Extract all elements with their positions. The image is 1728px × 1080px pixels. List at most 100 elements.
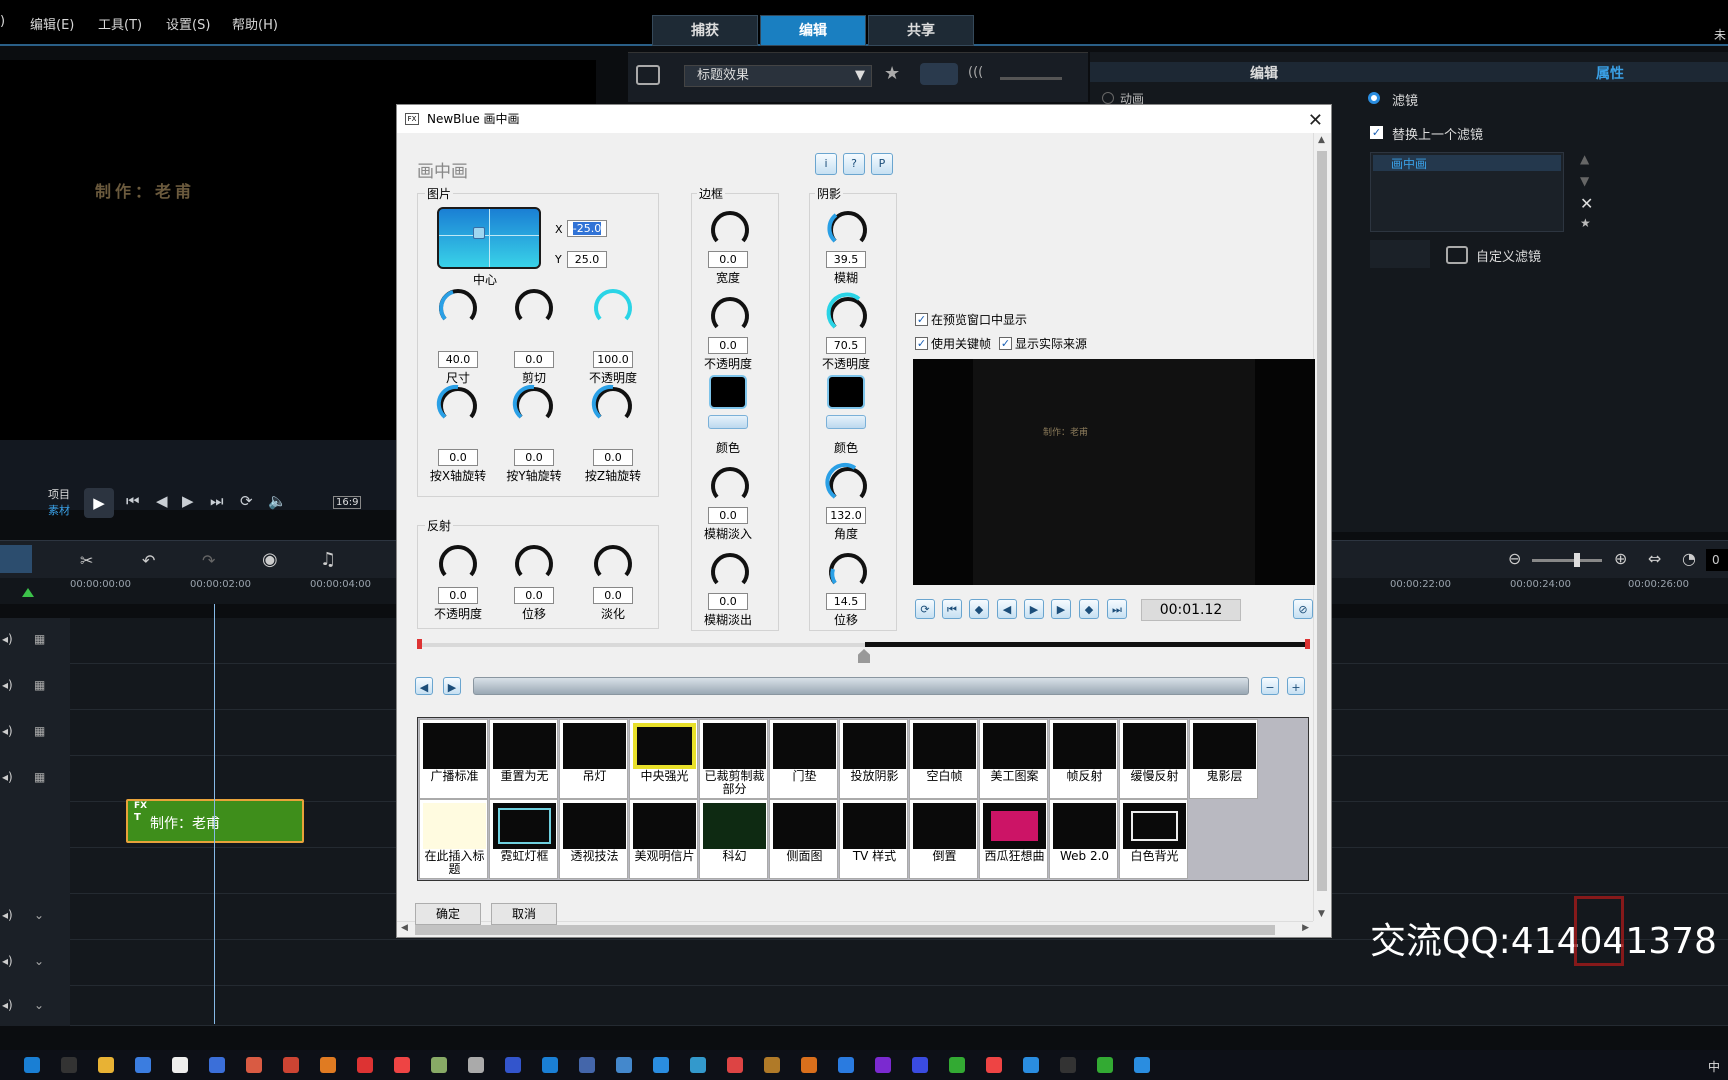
app-icon[interactable]: [1060, 1057, 1076, 1073]
close-icon[interactable]: ✕: [1308, 107, 1323, 135]
border-blur-out-knob[interactable]: [707, 547, 753, 593]
shadow-offset-knob[interactable]: [825, 547, 871, 593]
preset-thumbnail[interactable]: 投放阴影: [839, 719, 908, 799]
timecode-field[interactable]: 0: [1706, 549, 1728, 571]
preset-thumbnail[interactable]: Web 2.0: [1049, 799, 1118, 879]
compass-icon[interactable]: ⊘: [1293, 599, 1313, 619]
after-effects-icon[interactable]: [912, 1057, 928, 1073]
shadow-blur-value[interactable]: 39.5: [826, 251, 866, 268]
tab-edit-props[interactable]: 编辑: [1250, 63, 1278, 83]
speaker-icon[interactable]: ◂): [2, 998, 13, 1012]
preset-thumbnail[interactable]: 倒置: [909, 799, 978, 879]
grid-icon[interactable]: ▦: [34, 724, 45, 738]
repeat-icon[interactable]: ⟳: [240, 492, 253, 510]
chevron-down-icon[interactable]: ⌄: [34, 998, 44, 1012]
border-color-slider[interactable]: [708, 415, 748, 429]
reflection-offset-value[interactable]: 0.0: [514, 587, 554, 604]
replace-filter-checkbox[interactable]: ✓: [1370, 126, 1383, 139]
scroll-left-icon[interactable]: ◀: [401, 923, 408, 933]
tab-edit[interactable]: 编辑: [760, 15, 866, 46]
grid-icon[interactable]: ▦: [34, 678, 45, 692]
keyframe-playhead[interactable]: [858, 649, 870, 663]
app-icon[interactable]: [986, 1057, 1002, 1073]
timeline-playhead[interactable]: [214, 604, 215, 1024]
folder-icon[interactable]: [98, 1057, 114, 1073]
store-icon[interactable]: [135, 1057, 151, 1073]
filter-preview[interactable]: 制作：老甫: [913, 359, 1315, 585]
tab-attributes[interactable]: 属性: [1596, 63, 1624, 83]
info-button[interactable]: i: [815, 153, 837, 175]
show-in-preview-checkbox[interactable]: ✓: [915, 313, 928, 326]
track-header[interactable]: ◂) ⌄: [0, 940, 70, 986]
track-header[interactable]: [0, 802, 70, 848]
preset-thumbnail[interactable]: 重置为无: [489, 719, 558, 799]
zoom-in-icon[interactable]: +: [1287, 677, 1305, 695]
rotate-y-knob[interactable]: [511, 381, 557, 427]
go-end-icon[interactable]: ⏭: [1107, 599, 1127, 619]
border-blur-in-knob[interactable]: [707, 461, 753, 507]
track-header[interactable]: ◂) ▦: [0, 664, 70, 710]
effect-category-dropdown[interactable]: 标题效果 ▼: [684, 65, 872, 87]
keyframe-start-marker[interactable]: [417, 639, 422, 649]
move-down-icon[interactable]: ▼: [1580, 174, 1589, 188]
track-header[interactable]: ◂) ⌄: [0, 894, 70, 940]
app-icon[interactable]: [616, 1057, 632, 1073]
preset-thumbnail[interactable]: 霓虹灯框: [489, 799, 558, 879]
app-icon[interactable]: [727, 1057, 743, 1073]
app-icon[interactable]: [468, 1057, 484, 1073]
preset-thumbnail[interactable]: 吊灯: [559, 719, 628, 799]
rotate-x-knob[interactable]: [435, 381, 481, 427]
border-width-value[interactable]: 0.0: [708, 251, 748, 268]
go-end-icon[interactable]: ⏭: [210, 492, 224, 510]
custom-filter-label[interactable]: 自定义滤镜: [1476, 246, 1541, 265]
rotate-z-knob[interactable]: [590, 381, 636, 427]
ime-indicator[interactable]: 中: [1708, 1058, 1720, 1075]
menu-help[interactable]: 帮助(H): [232, 14, 278, 33]
preset-thumbnail[interactable]: 白色背光: [1119, 799, 1188, 879]
speaker-icon[interactable]: ◂): [2, 678, 13, 692]
storyboard-view-icon[interactable]: [0, 545, 32, 573]
next-frame-icon[interactable]: ▶: [1051, 599, 1071, 619]
preset-thumbnail[interactable]: 美观明信片: [629, 799, 698, 879]
go-start-icon[interactable]: ⏮: [126, 492, 140, 510]
thumb-size-slider[interactable]: [1000, 77, 1062, 80]
reflection-fade-value[interactable]: 0.0: [593, 587, 633, 604]
fit-project-icon[interactable]: ⇔: [1648, 549, 1661, 568]
record-capture-icon[interactable]: ◉: [262, 549, 278, 570]
filter-list[interactable]: 画中画: [1370, 152, 1564, 232]
filter-preset-dropdown[interactable]: [1370, 240, 1430, 268]
speaker-icon[interactable]: ◂): [2, 724, 13, 738]
shadow-color-slider[interactable]: [826, 415, 866, 429]
presets-button[interactable]: P: [871, 153, 893, 175]
prev-keyframe-icon[interactable]: ◆: [969, 599, 989, 619]
app-icon[interactable]: [542, 1057, 558, 1073]
next-frame-icon[interactable]: ▶: [182, 492, 194, 510]
library-icon[interactable]: [636, 65, 660, 85]
add-marker-icon[interactable]: [22, 588, 34, 597]
rotate-y-value[interactable]: 0.0: [514, 449, 554, 466]
illustrator-icon[interactable]: [801, 1057, 817, 1073]
shadow-angle-knob[interactable]: [825, 461, 871, 507]
preset-thumbnail[interactable]: 空白帧: [909, 719, 978, 799]
zoom-out-icon[interactable]: ⊖: [1508, 549, 1521, 568]
reflection-fade-knob[interactable]: [590, 539, 636, 585]
reflection-offset-knob[interactable]: [511, 539, 557, 585]
tab-share[interactable]: 共享: [868, 15, 974, 46]
app-icon[interactable]: [394, 1057, 410, 1073]
zoom-in-icon[interactable]: ⊕: [1614, 549, 1627, 568]
track-header[interactable]: ◂) ⌄: [0, 986, 70, 1026]
menu-settings[interactable]: 设置(S): [166, 14, 210, 33]
play-icon[interactable]: ▶: [1024, 599, 1044, 619]
keyframe-end-marker[interactable]: [1305, 639, 1310, 649]
app-icon[interactable]: [320, 1057, 336, 1073]
preset-thumbnail[interactable]: 科幻: [699, 799, 768, 879]
zoom-slider-thumb[interactable]: [1574, 553, 1580, 567]
app-icon[interactable]: [357, 1057, 373, 1073]
scroll-down-icon[interactable]: ▼: [1318, 909, 1325, 919]
shadow-opacity-knob[interactable]: [825, 291, 871, 337]
use-keyframes-checkbox[interactable]: ✓: [915, 337, 928, 350]
clip-label[interactable]: 素材: [48, 502, 70, 518]
edge-icon[interactable]: [24, 1057, 40, 1073]
app-icon[interactable]: [949, 1057, 965, 1073]
center-position-pad[interactable]: [437, 207, 541, 269]
